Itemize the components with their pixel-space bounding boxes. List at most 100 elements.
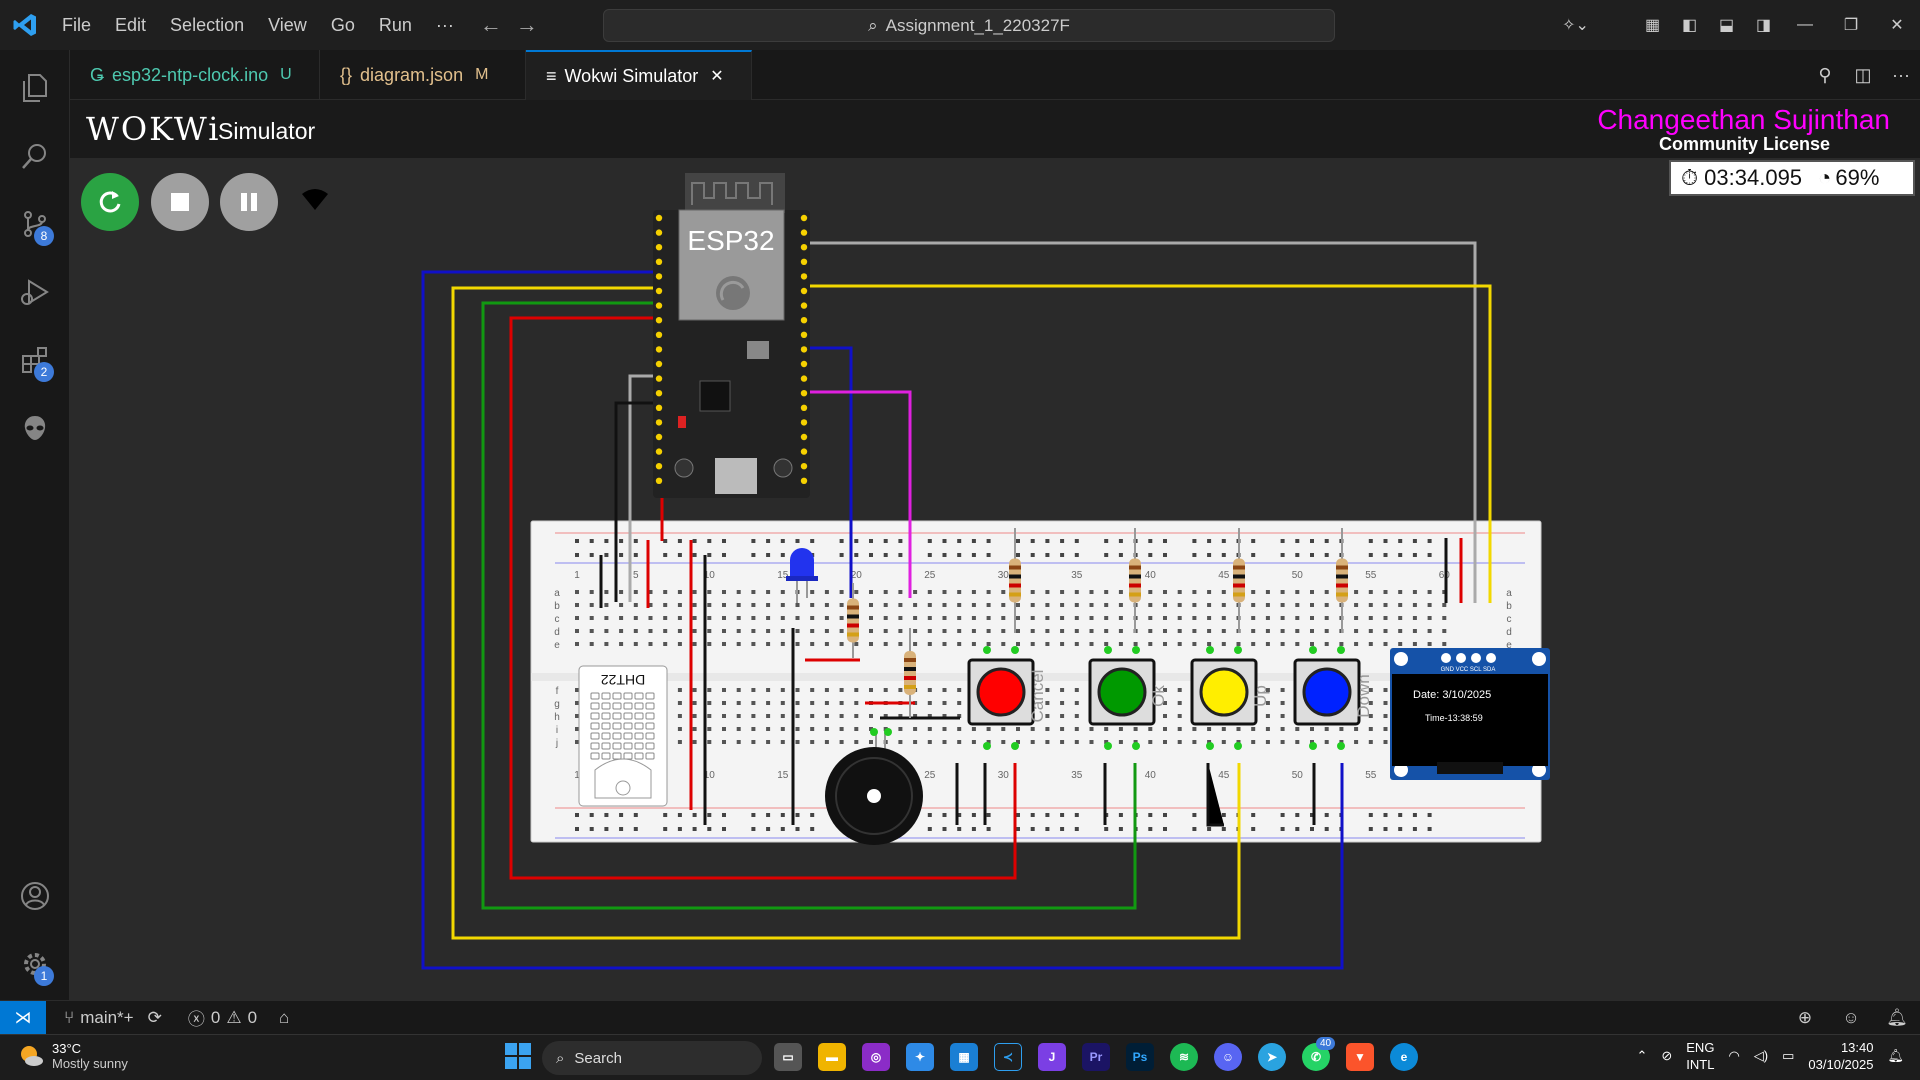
taskbar-search[interactable]: ⌕ Search	[542, 1041, 762, 1075]
tab-ino-file[interactable]: Ǥ esp32-ntp-clock.ino U	[70, 50, 320, 100]
copilot-app-icon[interactable]: ✦	[906, 1043, 934, 1071]
activity-bar: 8 2 1	[0, 50, 70, 1000]
row-label: d	[554, 627, 560, 638]
tab-close-icon[interactable]: ✕	[710, 66, 723, 86]
task-view-icon[interactable]: ▭	[774, 1043, 802, 1071]
wifi-icon[interactable]: ◠	[1728, 1048, 1739, 1064]
en-button[interactable]	[674, 458, 694, 478]
show-hidden-icons[interactable]: ⌃	[1636, 1048, 1647, 1064]
tab-label: Wokwi Simulator	[564, 65, 699, 86]
button-label: Down	[1354, 674, 1373, 717]
battery-icon[interactable]: ▭	[1782, 1048, 1794, 1064]
tab-label: diagram.json	[360, 64, 464, 85]
source-control-icon[interactable]: 8	[0, 194, 70, 254]
search-sidebar-icon[interactable]	[0, 126, 70, 186]
oled-time: Time-13:38:59	[1425, 713, 1483, 723]
row-label: c	[555, 614, 560, 625]
tab-label: esp32-ntp-clock.ino	[112, 64, 269, 85]
esp32-board[interactable]: ESP32	[653, 173, 810, 498]
boot-button[interactable]	[773, 458, 793, 478]
scm-badge: 8	[34, 226, 54, 246]
toggle-secondary-sidebar-icon[interactable]: ◨	[1745, 15, 1782, 35]
vscode-taskbar-icon[interactable]: ≺	[994, 1043, 1022, 1071]
row-label: a	[554, 588, 560, 599]
extensions-icon[interactable]: 2	[0, 330, 70, 390]
language-indicator[interactable]: ENG INTL	[1686, 1039, 1714, 1073]
sun-cloud-icon	[21, 1046, 43, 1066]
sync-icon[interactable]: ⟳	[148, 1008, 162, 1028]
col-number: 1	[574, 570, 580, 581]
dht22-sensor[interactable]: DHT22	[578, 665, 668, 807]
remote-window-icon[interactable]: ⋊	[0, 1000, 46, 1035]
edge-icon[interactable]: e	[1390, 1043, 1418, 1071]
menu-edit[interactable]: Edit	[103, 0, 158, 50]
jetbrains-icon[interactable]: J	[1038, 1043, 1066, 1071]
tab-wokwi-simulator[interactable]: ≡ Wokwi Simulator ✕	[526, 50, 752, 100]
explorer-icon[interactable]	[0, 58, 70, 118]
wokwi-alien-icon[interactable]	[0, 398, 70, 458]
photoshop-icon[interactable]: Ps	[1126, 1043, 1154, 1071]
oled-pin-labels: GND VCC SCL SDA	[1441, 667, 1496, 673]
menu-bar: File Edit Selection View Go Run ···	[50, 0, 466, 50]
weather-temp: 33°C	[52, 1041, 82, 1056]
split-editor-icon[interactable]: ◫	[1844, 65, 1882, 86]
problems-indicator[interactable]: ⓧ 0 ⚠ 0	[188, 1005, 257, 1030]
app-launcher-icon[interactable]: ◎	[862, 1043, 890, 1071]
restore-icon[interactable]: ❐	[1828, 15, 1874, 35]
command-center[interactable]: ⌕ Assignment_1_220327F	[603, 9, 1335, 42]
windows-start-icon[interactable]	[505, 1043, 531, 1074]
menu-selection[interactable]: Selection	[158, 0, 256, 50]
error-count: 0	[210, 1007, 221, 1027]
store-icon[interactable]: ▦	[950, 1043, 978, 1071]
run-debug-icon[interactable]	[0, 262, 70, 322]
brave-icon[interactable]: ▼	[1346, 1043, 1374, 1071]
lang-line-2: INTL	[1686, 1057, 1715, 1072]
col-number: 30	[998, 770, 1010, 781]
more-actions-icon[interactable]: ···	[1882, 65, 1920, 86]
back-arrow-icon[interactable]: ←	[480, 12, 502, 38]
copilot-status-icon[interactable]: ☺	[1828, 1008, 1874, 1028]
usb-port	[715, 458, 757, 494]
zoom-icon[interactable]: ⊕	[1782, 1008, 1828, 1028]
copilot-icon[interactable]: ✧⌄	[1557, 15, 1594, 35]
meet-now-icon[interactable]: ⊘	[1661, 1048, 1672, 1064]
menu-more[interactable]: ···	[424, 0, 466, 50]
menu-file[interactable]: File	[50, 0, 103, 50]
menu-view[interactable]: View	[256, 0, 319, 50]
tab-diagram-json[interactable]: {} diagram.json M	[320, 50, 526, 100]
lang-line-1: ENG	[1686, 1040, 1715, 1055]
row-label: a	[1506, 588, 1512, 599]
telegram-icon[interactable]: ➤	[1258, 1043, 1286, 1071]
discord-icon[interactable]: ☺	[1214, 1043, 1242, 1071]
col-number: 15	[777, 770, 789, 781]
toggle-sidebar-icon[interactable]: ◧	[1671, 15, 1708, 35]
weather-widget[interactable]: 33°C Mostly sunny	[18, 1041, 128, 1071]
clock[interactable]: 13:40 03/10/2025	[1808, 1039, 1873, 1073]
spotify-icon[interactable]: ≋	[1170, 1043, 1198, 1071]
col-number: 50	[1292, 770, 1304, 781]
file-explorer-icon[interactable]: ▬	[818, 1043, 846, 1071]
settings-gear-icon[interactable]: 1	[0, 934, 70, 994]
account-icon[interactable]	[0, 866, 70, 926]
volume-icon[interactable]: ◁)	[1754, 1048, 1768, 1064]
home-icon[interactable]: ⌂	[279, 1008, 289, 1028]
premiere-icon[interactable]: Pr	[1082, 1043, 1110, 1071]
clock-time: 13:40	[1840, 1040, 1874, 1055]
minimize-icon[interactable]: —	[1782, 16, 1828, 34]
editor-tabs: Ǥ esp32-ntp-clock.ino U {} diagram.json …	[70, 50, 1920, 100]
wokwi-logo-subtitle: Simulator	[218, 118, 316, 144]
notifications-bell-icon[interactable]: 🔔︎	[1874, 1008, 1920, 1028]
col-number: 45	[1218, 570, 1230, 581]
notification-center-icon[interactable]: 🔔︎	[1887, 1048, 1904, 1064]
menu-run[interactable]: Run	[367, 0, 424, 50]
close-window-icon[interactable]: ✕	[1874, 15, 1920, 35]
simulator-canvas[interactable]: ⏱ 03:34.095 ◔ 69% aabbccddeeffgghhiijj 1…	[70, 158, 1920, 1000]
forward-arrow-icon[interactable]: →	[516, 12, 538, 38]
extensions-badge: 2	[34, 362, 54, 382]
customize-layout-icon[interactable]: ▦	[1634, 15, 1671, 35]
branch-indicator[interactable]: ⑂ main*+ ⟳	[64, 1008, 162, 1028]
menu-go[interactable]: Go	[319, 0, 367, 50]
pin-icon[interactable]: ⚲	[1806, 65, 1844, 86]
oled-display[interactable]: GND VCC SCL SDA Date: 3/10/2025 Time-13:…	[1390, 648, 1550, 780]
toggle-panel-icon[interactable]: ⬓	[1708, 15, 1745, 35]
